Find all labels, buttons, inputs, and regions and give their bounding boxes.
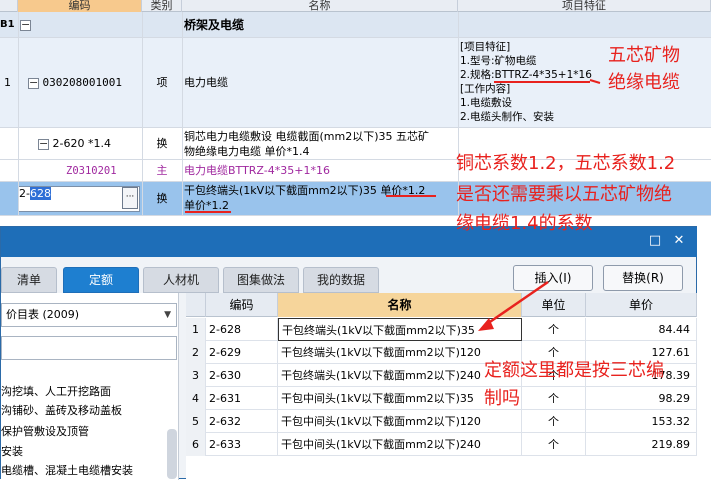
cell-name[interactable]: 干包中间头(1kV以下截面mm2以下)240 [278, 433, 522, 456]
quota-dialog: □ ✕ 清单 定额 人材机 图集做法 我的数据 插入(I) 替换(R) 价目表 … [0, 226, 697, 480]
cell-unit[interactable]: 个 [522, 387, 586, 410]
replace-button[interactable]: 替换(R) [603, 265, 683, 291]
cell-code[interactable]: 2-630 [206, 364, 278, 387]
header-feature[interactable]: 项目特征 [458, 0, 711, 12]
item-type: 项 [156, 76, 168, 89]
dialog-tabs: 清单 定额 人材机 图集做法 我的数据 [1, 267, 401, 293]
column-price[interactable]: 单价 [586, 293, 697, 317]
catalog-search-input[interactable] [1, 336, 177, 360]
row-index[interactable]: 2 [186, 341, 206, 364]
row-number: B1 [0, 19, 15, 30]
row-index[interactable]: 3 [186, 364, 206, 387]
more-button[interactable]: ··· [122, 187, 138, 209]
table-row[interactable]: 1 2-628 干包终端头(1kV以下截面mm2以下)35 个 84.44 [186, 318, 697, 341]
cell-unit[interactable]: 个 [522, 410, 586, 433]
cell-code[interactable]: 2-629 [206, 341, 278, 364]
cell-price[interactable]: 219.89 [586, 433, 697, 456]
grid-header: 编码 类别 名称 项目特征 [0, 0, 711, 12]
chevron-down-icon[interactable]: ▼ [164, 304, 171, 326]
row-index[interactable]: 4 [186, 387, 206, 410]
cell-name[interactable]: 干包中间头(1kV以下截面mm2以下)120 [278, 410, 522, 433]
tab-bill[interactable]: 清单 [1, 267, 57, 293]
table-row[interactable]: 6 2-633 干包中间头(1kV以下截面mm2以下)240 个 219.89 [186, 433, 697, 456]
section-row[interactable]: B1 − 桥架及电缆 [0, 12, 711, 38]
row-index[interactable]: 5 [186, 410, 206, 433]
underline-spec [494, 81, 590, 83]
tree-item[interactable]: 安装 [1, 444, 23, 460]
annotation-bottom-2: 制吗 [484, 388, 520, 409]
item-row[interactable]: 1 − 030208001001 项 电力电缆 [项目特征] 1.型号:矿物电缆… [0, 38, 711, 128]
close-icon[interactable]: ✕ [671, 233, 687, 249]
cell-unit[interactable]: 个 [522, 318, 586, 341]
underline-price2 [185, 211, 231, 213]
tab-my-data[interactable]: 我的数据 [303, 267, 379, 293]
quota-name: 铜芯电力电缆敷设 电缆截面(mm2以下)35 五芯矿 物绝缘电力电缆 单价*1.… [184, 130, 430, 158]
table-row[interactable]: 5 2-632 干包中间头(1kV以下截面mm2以下)120 个 153.32 [186, 410, 697, 433]
column-name[interactable]: 名称 [278, 293, 522, 317]
quota-type: 换 [156, 137, 168, 150]
tree-item[interactable]: 保护管敷设及顶管 [1, 424, 89, 440]
annotation-question-2: 是否还需要乘以五芯矿物绝 [456, 184, 672, 205]
annotation-question-1: 铜芯系数1.2，五芯系数1.2 [456, 153, 676, 174]
column-unit[interactable]: 单位 [522, 293, 586, 317]
quota-table: 编码 名称 单位 单价 1 2-628 干包终端头(1kV以下截面mm2以下)35 个… [186, 293, 697, 480]
annotation-question-3: 缘电缆1.4的系数 [456, 213, 593, 234]
collapse-toggle[interactable]: − [20, 19, 31, 31]
maximize-icon[interactable]: □ [647, 233, 663, 249]
annotation-mineral-1: 五芯矿物 [608, 45, 680, 66]
header-name[interactable]: 名称 [182, 0, 458, 12]
tree-item[interactable]: 电缆槽、混凝土电缆槽安装 [1, 463, 133, 479]
material-type: 主 [156, 164, 168, 177]
cell-name[interactable]: 干包终端头(1kV以下截面mm2以下)35 [278, 318, 522, 341]
column-code[interactable]: 编码 [206, 293, 278, 317]
cell-code[interactable]: 2-631 [206, 387, 278, 410]
cell-code[interactable]: 2-628 [206, 318, 278, 341]
section-name: 桥架及电缆 [184, 18, 245, 32]
item-name: 电力电缆 [184, 76, 228, 89]
header-code[interactable]: 编码 [18, 0, 142, 12]
item-code: 030208001001 [42, 76, 122, 89]
tree-item[interactable]: 沟铺砂、盖砖及移动盖板 [1, 403, 122, 419]
underline-price [386, 195, 436, 197]
tab-labor-material[interactable]: 人材机 [143, 267, 219, 293]
cell-price[interactable]: 84.44 [586, 318, 697, 341]
cell-price[interactable]: 98.29 [586, 387, 697, 410]
quota-code: 2-620 *1.4 [52, 137, 111, 150]
row-index[interactable]: 1 [186, 318, 206, 341]
insert-button[interactable]: 插入(I) [513, 265, 593, 291]
annotation-bottom-1: 定额这里都是按三芯编 [484, 360, 664, 381]
cell-code[interactable]: 2-632 [206, 410, 278, 433]
scrollbar[interactable] [167, 429, 177, 479]
row-index[interactable]: 6 [186, 433, 206, 456]
cell-code[interactable]: 2-633 [206, 433, 278, 456]
catalog-select[interactable]: 价目表 (2009) ▼ [1, 303, 177, 327]
material-code: Z0310201 [66, 165, 117, 177]
selected-code-text[interactable]: 628 [29, 187, 51, 200]
tab-quota[interactable]: 定额 [63, 267, 139, 293]
material-name: 电力电缆BTTRZ-4*35+1*16 [184, 164, 330, 177]
cell-price[interactable]: 153.32 [586, 410, 697, 433]
tree-item[interactable]: 沟挖填、人工开挖路面 [1, 384, 111, 400]
annotation-mineral-2: 绝缘电缆 [608, 72, 680, 93]
collapse-toggle[interactable]: − [38, 138, 49, 150]
header-type[interactable]: 类别 [142, 0, 182, 12]
cell-unit[interactable]: 个 [522, 433, 586, 456]
table-header: 编码 名称 单位 单价 [186, 293, 697, 317]
catalog-pane: 价目表 (2009) ▼ 沟挖填、人工开挖路面 沟铺砂、盖砖及移动盖板 保护管敷… [1, 293, 179, 480]
item-features: [项目特征] 1.型号:矿物电缆 2.规格:BTTRZ-4*35+1*16 [工… [460, 41, 592, 123]
row-number: 1 [4, 76, 11, 89]
selected-type: 换 [156, 192, 168, 205]
table-row[interactable]: 4 2-631 干包中间头(1kV以下截面mm2以下)35 个 98.29 [186, 387, 697, 410]
tab-atlas-method[interactable]: 图集做法 [223, 267, 299, 293]
collapse-toggle[interactable]: − [28, 77, 39, 89]
